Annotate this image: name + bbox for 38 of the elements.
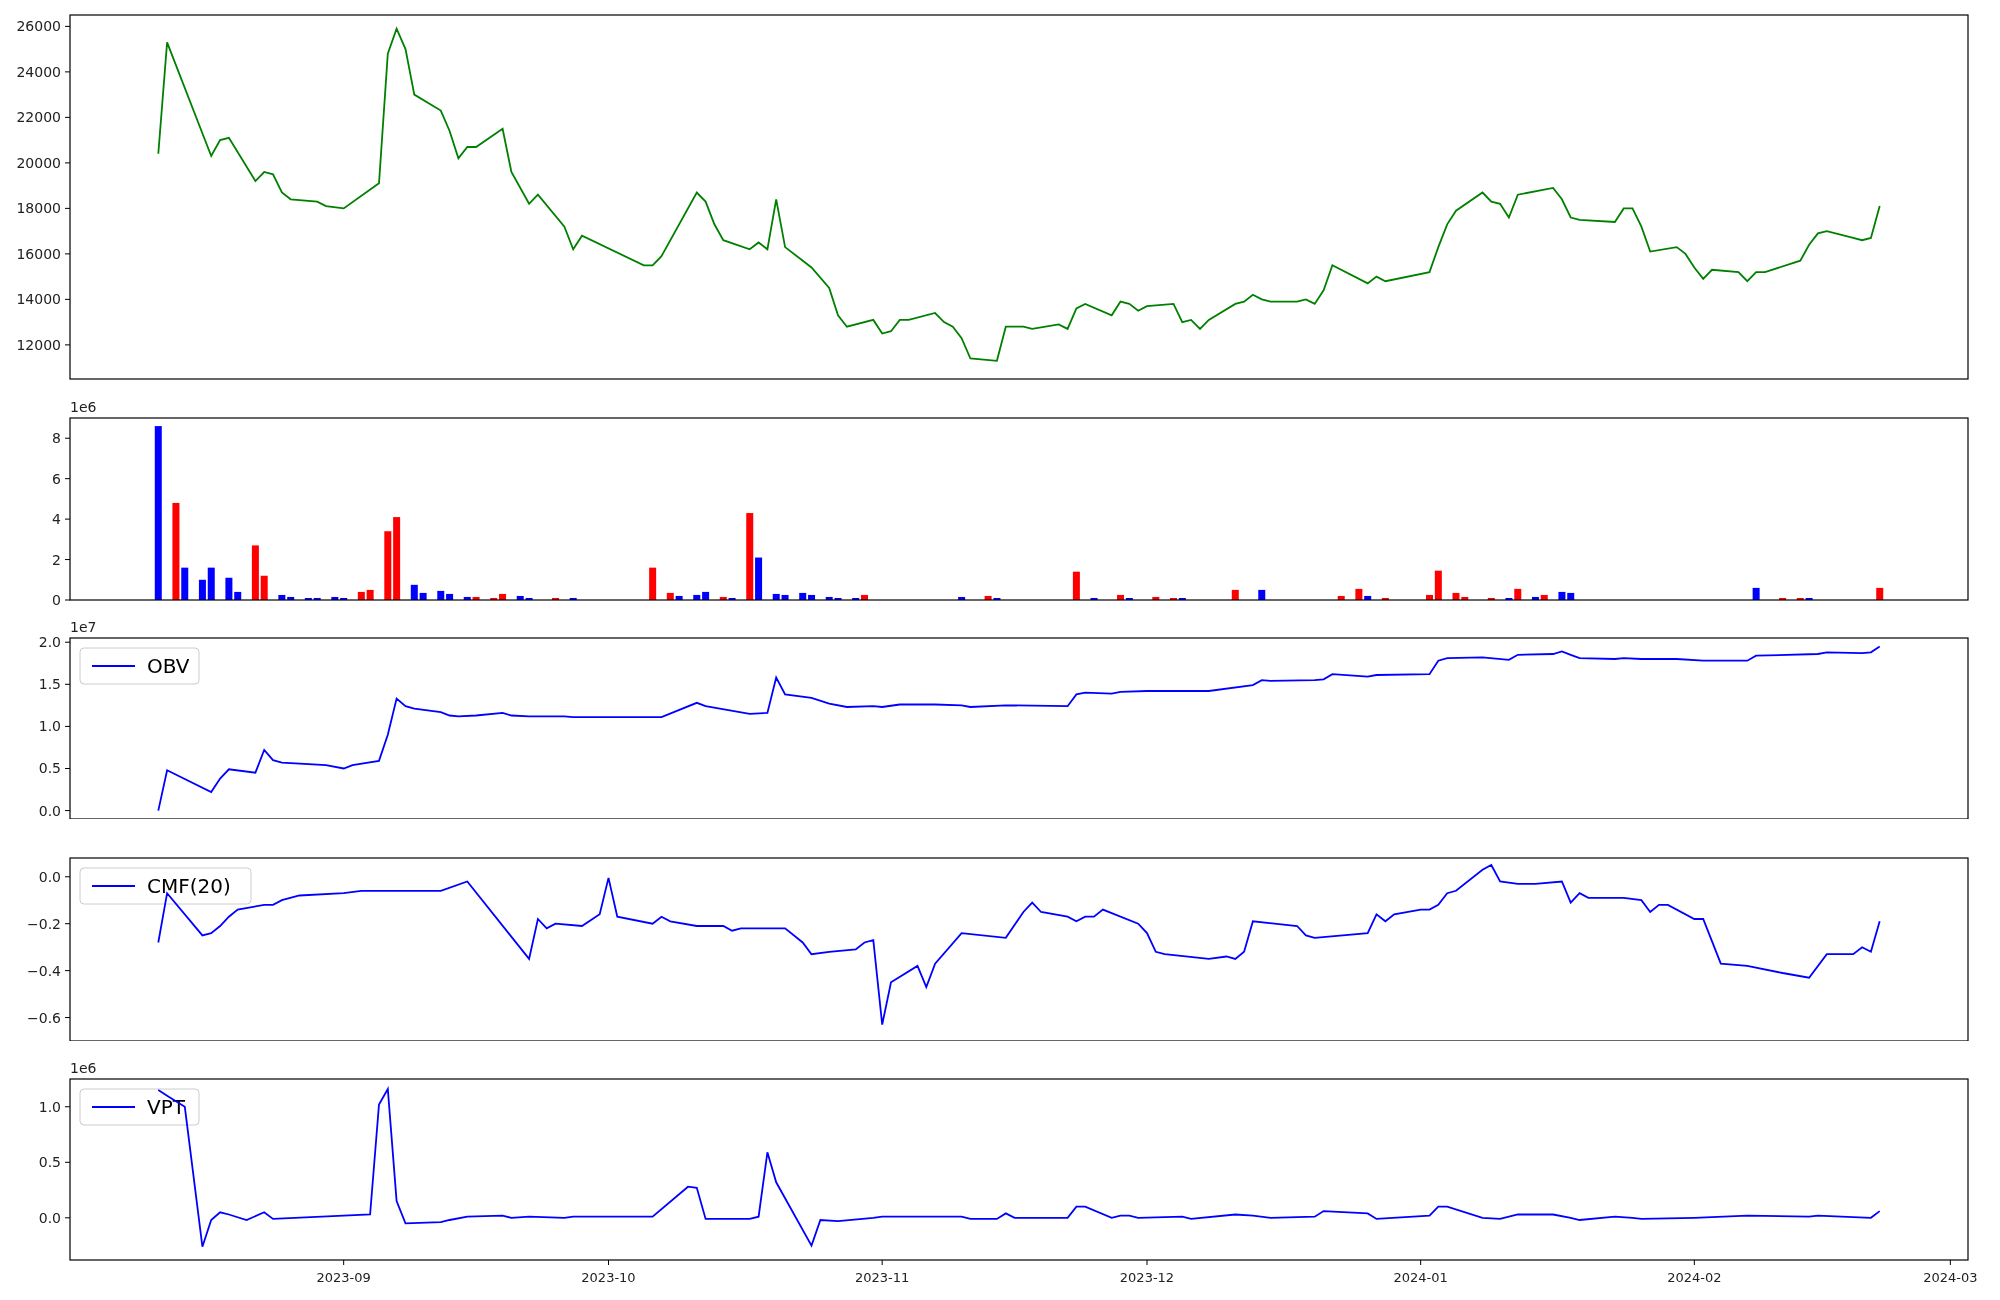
y-tick-label: 6 xyxy=(52,470,61,487)
x-tick-label: 2024-02 xyxy=(1667,1270,1722,1285)
y-tick-label: 18000 xyxy=(16,200,61,217)
legend-label: VPT xyxy=(147,1095,185,1119)
y-tick-label: 4 xyxy=(52,511,61,528)
y-tick-label: 16000 xyxy=(16,245,61,262)
y-tick-label: 0.0 xyxy=(38,802,61,819)
x-tick-label: 2023-12 xyxy=(1119,1270,1175,1285)
y-tick-label: −0.4 xyxy=(27,962,61,979)
y-tick-label: 1.5 xyxy=(38,676,61,693)
axis-scale-label: 1e6 xyxy=(70,399,97,415)
y-tick-label: 22000 xyxy=(16,109,61,126)
y-tick-label: 2.0 xyxy=(38,634,61,651)
x-tick-label: 2023-11 xyxy=(855,1270,910,1285)
x-tick-label: 2024-03 xyxy=(1923,1270,1978,1285)
legend-label: CMF(20) xyxy=(147,874,231,898)
x-tick-label: 2023-09 xyxy=(316,1270,371,1285)
y-tick-label: 0 xyxy=(52,592,61,608)
x-tick-label: 2024-01 xyxy=(1393,1270,1448,1285)
y-tick-label: −0.2 xyxy=(27,915,61,932)
y-tick-label: 1.0 xyxy=(38,718,61,735)
y-tick-label: 14000 xyxy=(16,291,61,308)
y-tick-label: 0.5 xyxy=(38,760,61,777)
y-tick-label: 24000 xyxy=(16,63,61,80)
legend-label: OBV xyxy=(147,654,190,678)
y-tick-label: 0.5 xyxy=(38,1154,61,1171)
x-tick-label: 2023-10 xyxy=(581,1270,636,1285)
y-tick-label: 12000 xyxy=(16,336,61,353)
y-tick-label: 1.0 xyxy=(38,1098,61,1115)
y-tick-label: 20000 xyxy=(16,154,61,171)
y-tick-label: 0.0 xyxy=(38,1209,61,1226)
y-tick-label: −0.6 xyxy=(27,1009,61,1026)
axis-scale-label: 1e7 xyxy=(70,619,97,635)
y-tick-label: 8 xyxy=(52,430,61,447)
axis-scale-label: 1e6 xyxy=(70,1060,97,1076)
y-tick-label: 0.0 xyxy=(38,868,61,885)
y-tick-label: 26000 xyxy=(16,18,61,35)
y-tick-label: 2 xyxy=(52,551,61,568)
